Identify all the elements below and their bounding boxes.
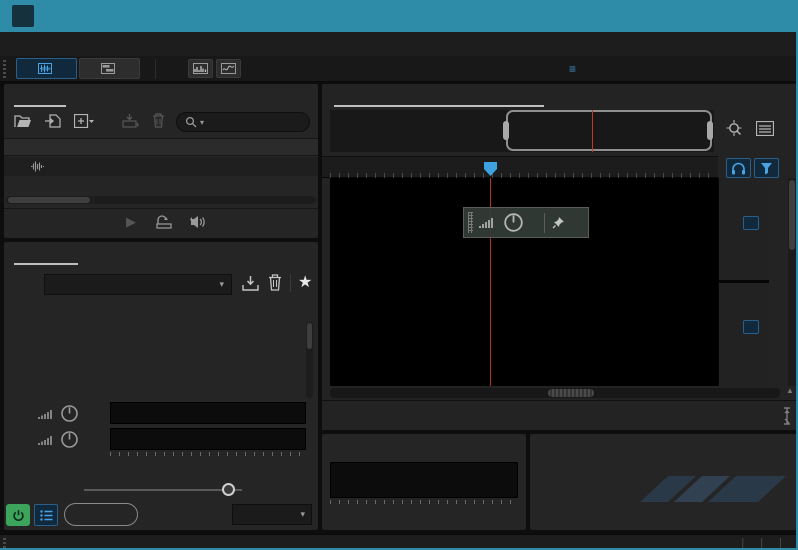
new-file-icon[interactable] [74, 114, 94, 128]
files-panel: ▾ ▶ [4, 84, 318, 238]
save-preset-icon[interactable] [242, 275, 259, 291]
editor-vscrollbar[interactable] [788, 178, 796, 386]
levels-ticks [330, 500, 518, 504]
files-preview-bar: ▶ [4, 208, 318, 238]
playhead-marker[interactable] [484, 162, 497, 176]
input-level-bars-icon [38, 408, 54, 420]
preset-dropdown[interactable]: ▾ [44, 274, 232, 295]
spectral-pitch-button[interactable] [216, 59, 241, 78]
hud-gain-overlay[interactable] [463, 207, 589, 238]
overview-right-handle[interactable] [707, 121, 713, 140]
hud-pin-icon[interactable] [552, 216, 565, 229]
audio-file-icon [30, 161, 44, 172]
metronome-funnel-button[interactable] [754, 158, 779, 178]
file-list-header [4, 138, 318, 156]
apply-button[interactable] [64, 503, 138, 526]
import-file-icon[interactable] [44, 114, 62, 128]
rack-io-toggle-button[interactable] [34, 504, 58, 526]
multitrack-view-button[interactable] [79, 58, 140, 79]
monitor-headphones-button[interactable] [726, 158, 751, 178]
menu-bar [0, 32, 798, 56]
channel-2-badge[interactable] [743, 320, 759, 334]
output-level-bars-icon [38, 434, 54, 446]
search-icon [185, 116, 197, 128]
watermark-bottom [634, 474, 794, 528]
files-tab[interactable] [16, 88, 24, 106]
hscroll-up-arrow-icon[interactable]: ▲ [786, 386, 794, 395]
waveform-view-button[interactable] [16, 58, 77, 79]
levels-meter [330, 462, 518, 498]
waveform-view-icon [37, 63, 52, 74]
status-sep-3: | [779, 536, 782, 549]
effects-rack-panel: ▾ ★ ▾ [4, 242, 318, 530]
hud-gain-knob[interactable] [503, 212, 524, 233]
status-sep-1: | [741, 536, 745, 549]
spectral-pitch-icon [221, 63, 236, 74]
output-meter [110, 428, 306, 450]
process-dropdown[interactable]: ▾ [232, 504, 312, 525]
timeline-ruler[interactable] [322, 156, 718, 178]
batch-export-icon[interactable] [122, 114, 140, 128]
process-caret-icon: ▾ [300, 509, 305, 519]
selection-view-panel [530, 434, 798, 530]
file-list-hscrollbar[interactable] [6, 196, 316, 204]
loop-playback-speaker-icon[interactable] [188, 214, 208, 229]
delete-preset-icon[interactable] [268, 274, 282, 291]
title-bar [0, 0, 798, 32]
waveform-display[interactable] [330, 178, 718, 386]
levels-panel [322, 434, 526, 530]
rack-power-button[interactable] [6, 504, 30, 526]
effects-list-scrollbar[interactable] [306, 322, 313, 398]
spectral-frequency-icon [193, 63, 208, 74]
input-gain-knob[interactable] [60, 404, 79, 423]
channel-1-badge[interactable] [743, 216, 759, 230]
editor-tab[interactable] [336, 88, 344, 106]
preview-play-icon[interactable]: ▶ [126, 214, 136, 230]
status-sep-2: | [760, 536, 764, 549]
status-grip [3, 537, 6, 548]
transport-bar [322, 400, 798, 430]
amplitude-scale [718, 178, 769, 386]
toolbar-grip[interactable] [3, 60, 6, 78]
overview-view-box[interactable] [506, 110, 712, 151]
overview-playhead [592, 110, 593, 152]
mix-slider-track[interactable] [84, 489, 242, 491]
overview-menu-icon[interactable] [756, 121, 774, 136]
hud-drag-handle[interactable] [468, 212, 473, 233]
waveform-overview[interactable] [330, 110, 714, 152]
app-logo [12, 5, 34, 27]
file-row[interactable] [4, 157, 318, 176]
main-toolbar: ≡ [0, 56, 798, 82]
mix-slider-knob[interactable] [222, 483, 235, 496]
spectral-frequency-button[interactable] [188, 59, 213, 78]
hud-level-bars-icon [479, 216, 496, 229]
search-caret-icon: ▾ [200, 117, 205, 127]
file-search-input[interactable]: ▾ [176, 112, 310, 132]
editor-hscrollbar[interactable] [330, 388, 780, 398]
preset-separator [290, 274, 291, 292]
preset-caret-icon: ▾ [219, 279, 224, 289]
input-meter [110, 402, 306, 424]
io-meter-ticks [110, 452, 306, 456]
multitrack-view-icon [100, 63, 115, 74]
editor-panel: ▲ [322, 84, 798, 430]
workspace-menu-icon[interactable]: ≡ [569, 62, 576, 76]
toolbar-separator [155, 59, 156, 79]
zoom-reset-icon[interactable] [724, 120, 744, 138]
auto-play-icon[interactable] [156, 215, 172, 229]
output-gain-knob[interactable] [60, 430, 79, 449]
vertical-ibeam-icon[interactable] [782, 407, 792, 425]
overview-left-handle[interactable] [503, 121, 509, 140]
effects-rack-tab[interactable] [16, 246, 24, 264]
delete-file-icon[interactable] [152, 113, 165, 128]
open-file-icon[interactable] [14, 114, 32, 128]
favorite-star-icon[interactable]: ★ [298, 272, 312, 292]
hud-separator [544, 212, 545, 233]
